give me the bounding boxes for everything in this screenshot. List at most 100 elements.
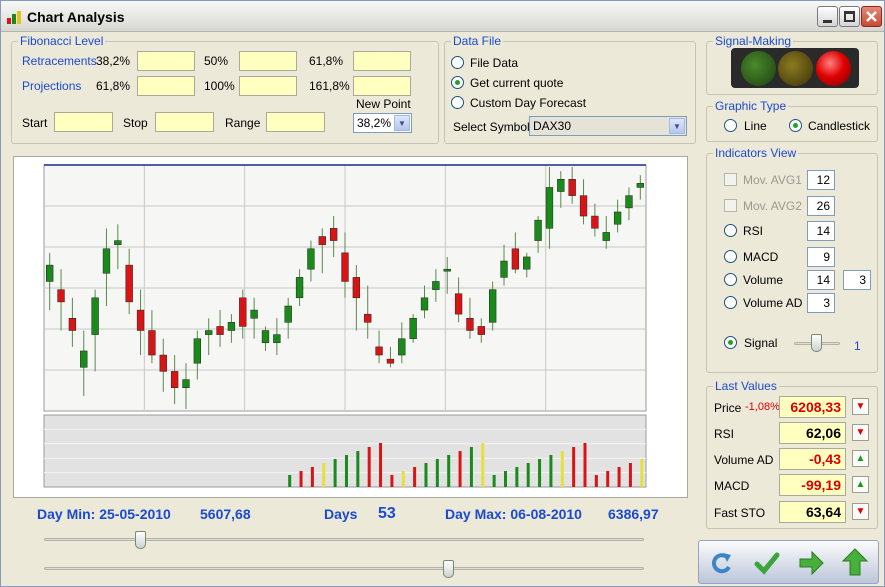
custom-forecast-label[interactable]: Custom Day Forecast xyxy=(470,96,586,110)
candle-body xyxy=(46,264,54,282)
rsi-input[interactable]: 14 xyxy=(807,221,835,241)
rsi-radio[interactable] xyxy=(724,224,737,237)
mov-avg2-input[interactable]: 26 xyxy=(807,196,835,216)
volume-input[interactable]: 14 xyxy=(807,270,835,290)
start-slider-thumb[interactable] xyxy=(135,531,146,549)
bottom-toolbar xyxy=(698,540,879,584)
candle-body xyxy=(398,338,406,356)
volume-label[interactable]: Volume xyxy=(743,273,783,287)
up-arrow-nav-icon[interactable] xyxy=(841,547,869,577)
candle-body xyxy=(318,236,326,245)
candle-body xyxy=(102,248,111,274)
line-label[interactable]: Line xyxy=(744,119,767,133)
volume-bar xyxy=(322,463,326,487)
volume-bar xyxy=(503,471,507,487)
maximize-button[interactable] xyxy=(839,6,860,27)
ret-value-3[interactable] xyxy=(353,51,411,71)
title-bar[interactable]: Chart Analysis xyxy=(1,1,884,32)
rsi-label[interactable]: RSI xyxy=(743,224,763,238)
undo-icon[interactable] xyxy=(709,549,737,577)
range-input[interactable] xyxy=(266,112,325,132)
candle-body xyxy=(114,240,122,245)
chart-app-icon xyxy=(7,11,21,24)
volume-ad-label[interactable]: Volume AD xyxy=(743,296,802,310)
file-data-label[interactable]: File Data xyxy=(470,56,518,70)
symbol-select[interactable]: DAX30 ▼ xyxy=(529,116,687,136)
macd-input[interactable]: 9 xyxy=(807,247,835,267)
signal-label[interactable]: Signal xyxy=(744,336,777,350)
forward-arrow-icon[interactable] xyxy=(797,549,825,577)
volume-bar xyxy=(413,467,417,487)
chevron-down-icon[interactable]: ▼ xyxy=(394,115,410,131)
yellow-light-icon xyxy=(778,51,813,86)
candle-body xyxy=(409,318,417,339)
macd-radio[interactable] xyxy=(724,250,737,263)
candle-body xyxy=(284,305,292,323)
start-label: Start xyxy=(22,116,48,130)
current-quote-radio[interactable] xyxy=(451,76,464,89)
volume-bar xyxy=(310,467,314,487)
volume-input-2[interactable]: 3 xyxy=(843,270,871,290)
ret-value-1[interactable] xyxy=(137,51,195,71)
fast-sto-label: Fast STO xyxy=(714,506,766,520)
days-value: 53 xyxy=(378,505,396,522)
candlestick-chart[interactable] xyxy=(14,157,687,497)
candle-body xyxy=(523,256,531,270)
signal-radio[interactable] xyxy=(724,336,737,349)
start-input[interactable] xyxy=(54,112,113,132)
proj-value-1[interactable] xyxy=(137,76,195,96)
candlestick-radio[interactable] xyxy=(789,119,802,132)
candle-body xyxy=(489,289,497,323)
ret-value-2[interactable] xyxy=(239,51,297,71)
volume-ad-radio[interactable] xyxy=(724,296,737,309)
end-slider-track[interactable] xyxy=(44,567,644,570)
volume-bar xyxy=(458,451,462,487)
stop-input[interactable] xyxy=(155,112,214,132)
candle-body xyxy=(205,330,213,335)
mov-avg1-label[interactable]: Mov. AVG1 xyxy=(743,173,802,187)
mov-avg1-input[interactable]: 12 xyxy=(807,170,835,190)
end-slider-thumb[interactable] xyxy=(443,560,454,578)
fast-sto-value: 63,64 xyxy=(779,501,846,523)
volume-radio[interactable] xyxy=(724,273,737,286)
file-data-radio[interactable] xyxy=(451,56,464,69)
candle-body xyxy=(432,281,440,290)
signal-slider-thumb[interactable] xyxy=(811,334,822,352)
volume-bar xyxy=(401,471,405,487)
window-title: Chart Analysis xyxy=(27,9,125,25)
start-slider-track[interactable] xyxy=(44,538,644,541)
proj-value-3[interactable] xyxy=(353,76,411,96)
candle-body xyxy=(216,326,224,335)
candlestick-label[interactable]: Candlestick xyxy=(808,119,870,133)
candle-body xyxy=(136,309,145,331)
volume-bar xyxy=(572,447,576,487)
minimize-button[interactable] xyxy=(817,6,838,27)
up-arrow-icon: ▲ xyxy=(852,450,869,467)
mov-avg2-checkbox[interactable] xyxy=(724,199,737,212)
mov-avg1-checkbox[interactable] xyxy=(724,173,737,186)
mov-avg2-label[interactable]: Mov. AVG2 xyxy=(743,199,802,213)
volume-bar xyxy=(617,467,621,487)
volume-bar xyxy=(288,475,292,487)
new-point-select[interactable]: 38,2% ▼ xyxy=(353,113,412,133)
candle-body xyxy=(261,330,270,344)
candle-body xyxy=(341,252,349,282)
close-button[interactable] xyxy=(861,6,882,27)
chevron-down-icon[interactable]: ▼ xyxy=(669,118,685,134)
candle-body xyxy=(511,248,520,270)
macd-label[interactable]: MACD xyxy=(743,250,778,264)
volume-bar xyxy=(333,459,337,487)
volume-bar xyxy=(390,475,394,487)
volume-bar xyxy=(356,451,360,487)
candle-body xyxy=(329,228,338,241)
lv-volume-ad-value: -0,43 xyxy=(779,448,846,470)
volume-ad-input[interactable]: 3 xyxy=(807,293,835,313)
candle-body xyxy=(568,179,576,196)
check-icon[interactable] xyxy=(753,549,781,577)
proj-level-1: 61,8% xyxy=(96,79,131,93)
line-radio[interactable] xyxy=(724,119,737,132)
custom-forecast-radio[interactable] xyxy=(451,96,464,109)
current-quote-label[interactable]: Get current quote xyxy=(470,76,563,90)
proj-value-2[interactable] xyxy=(239,76,297,96)
volume-bar xyxy=(424,463,428,487)
